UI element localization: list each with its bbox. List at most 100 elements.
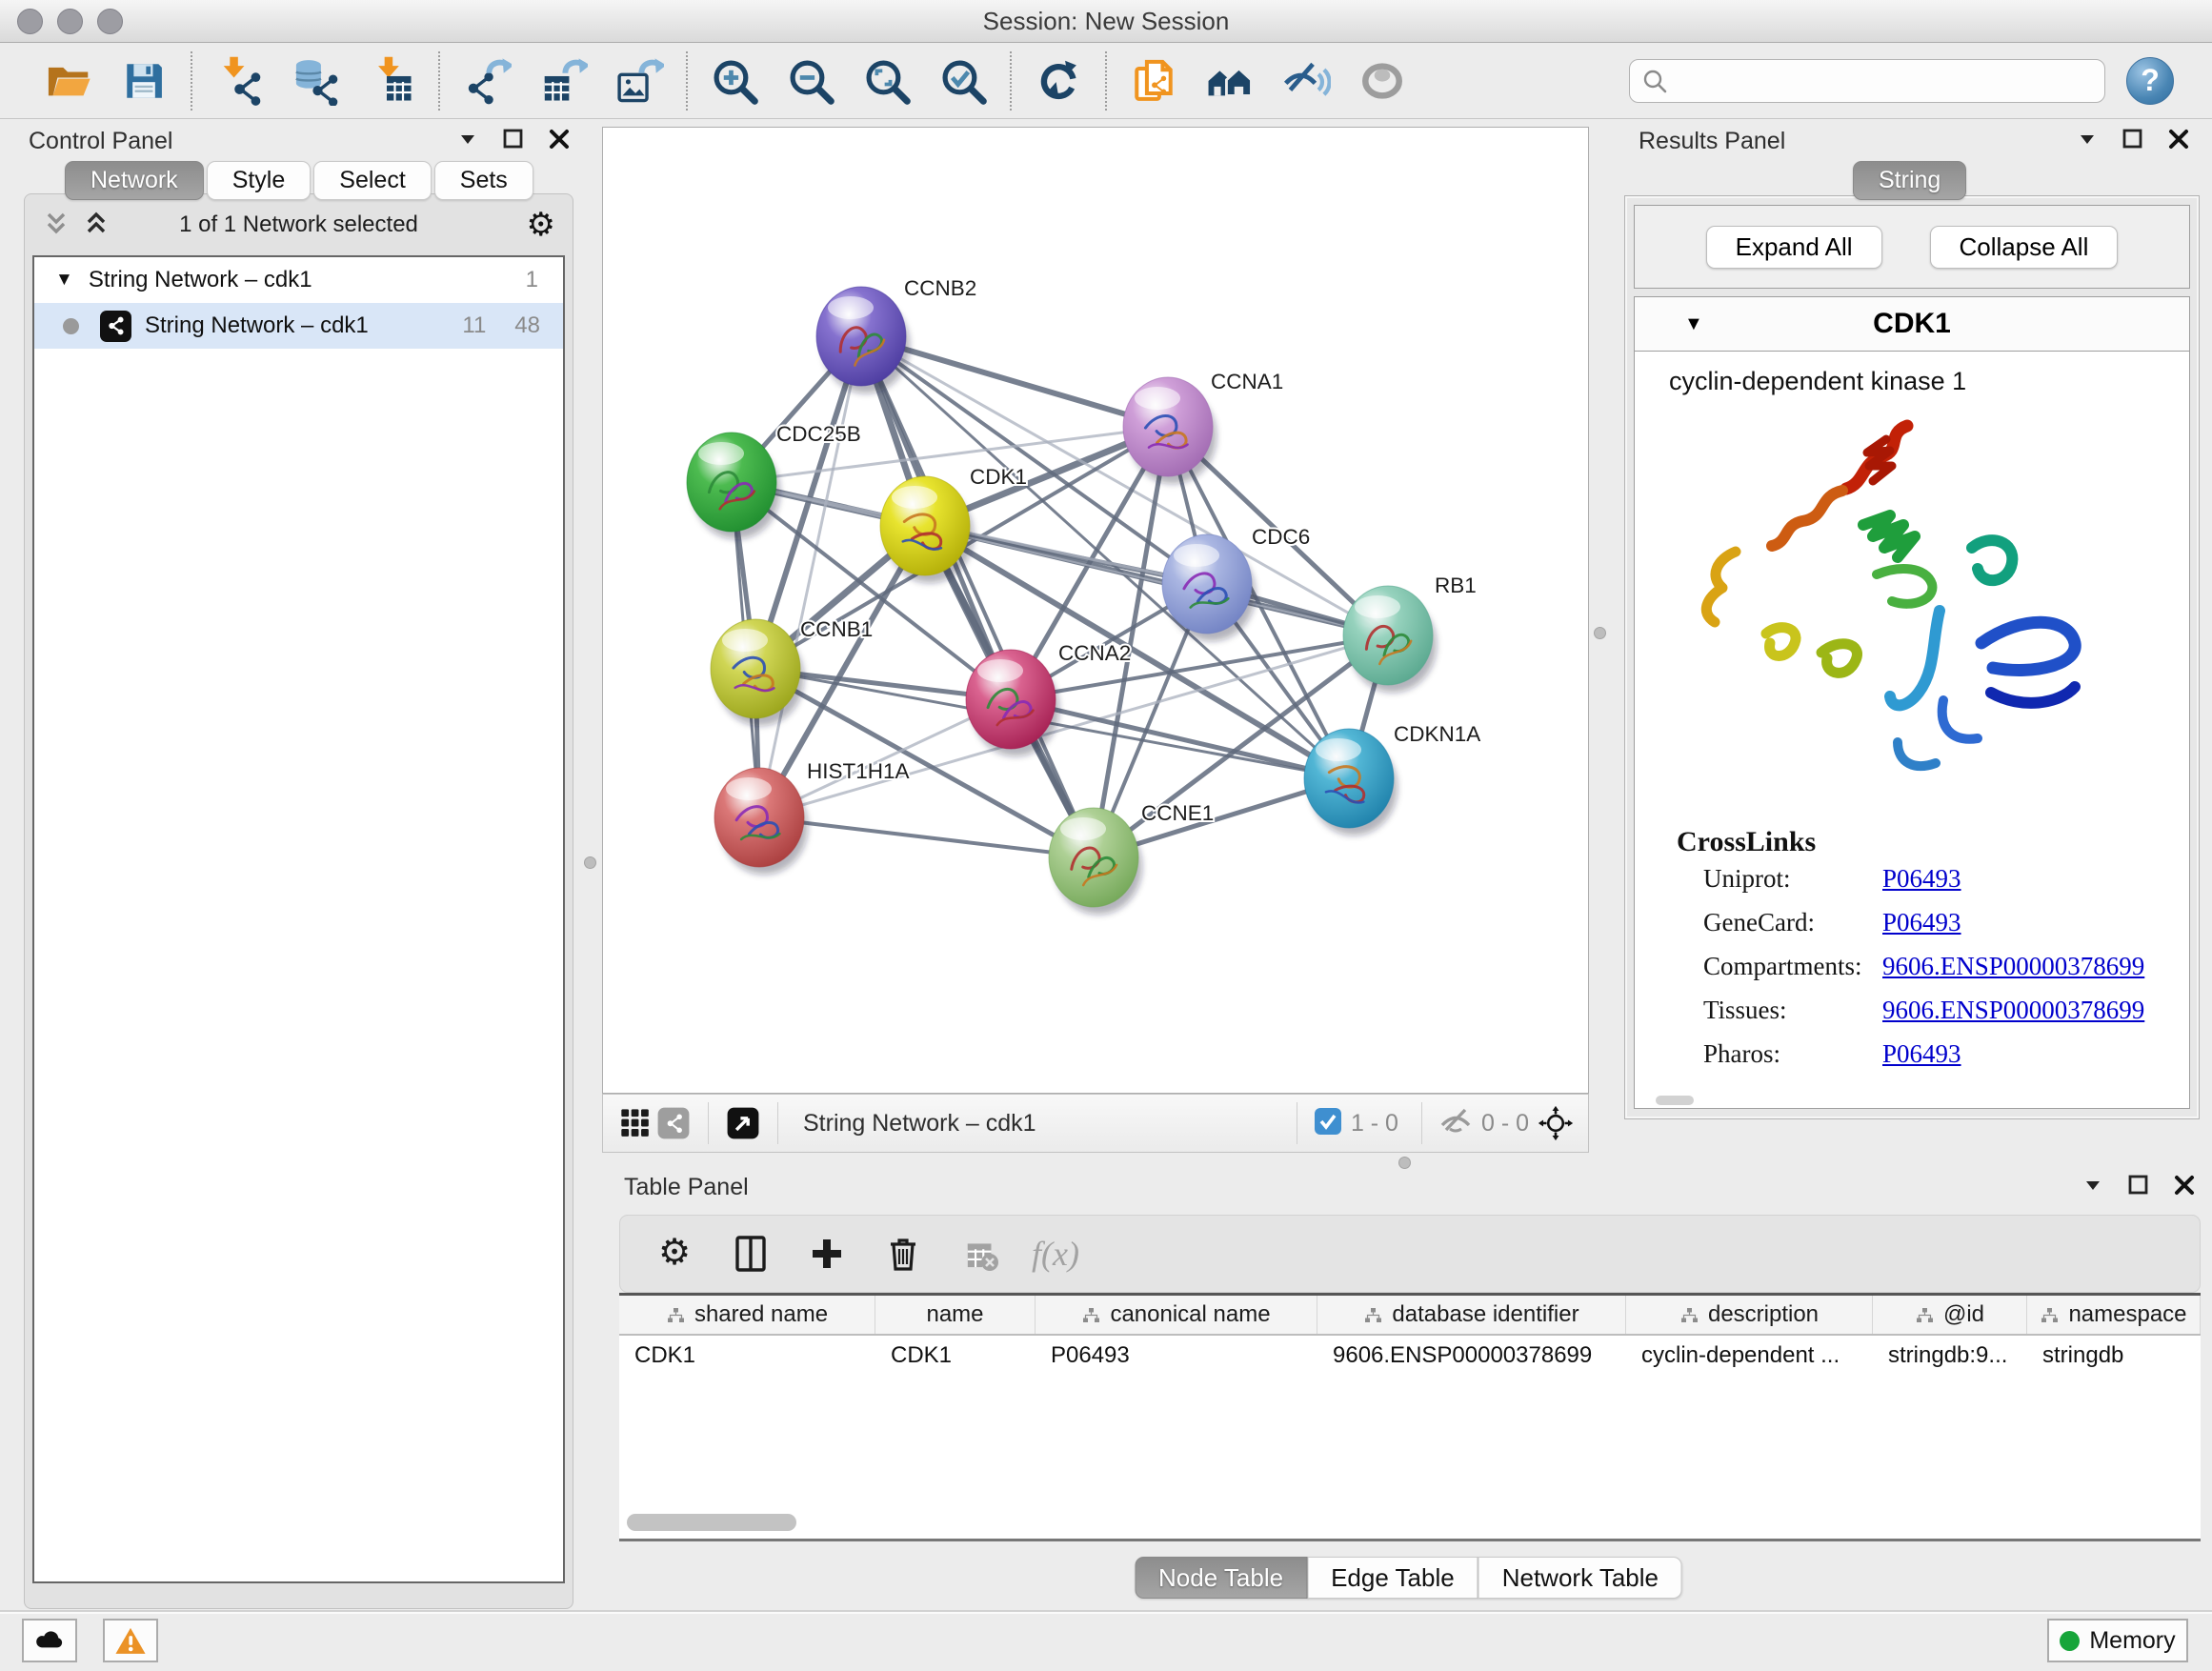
tab-node-table[interactable]: Node Table: [1135, 1557, 1307, 1599]
table-panel-close-icon[interactable]: [2172, 1173, 2197, 1202]
results-panel-menu-icon[interactable]: [2075, 127, 2100, 156]
tab-string[interactable]: String: [1853, 161, 1966, 200]
main-toolbar: ?: [0, 43, 2212, 119]
search-input[interactable]: [1676, 68, 2093, 94]
tab-sets[interactable]: Sets: [434, 161, 533, 200]
warnings-button[interactable]: [103, 1619, 158, 1662]
network-label: String Network – cdk1: [145, 312, 369, 339]
table-cell[interactable]: stringdb:9...: [1873, 1342, 2027, 1369]
node-label-CDC6: CDC6: [1252, 525, 1310, 549]
left-splitter-handle[interactable]: [584, 856, 596, 869]
control-panel-close-icon[interactable]: [547, 127, 572, 156]
zoom-out-icon[interactable]: [785, 55, 836, 107]
show-panel-icon[interactable]: [1357, 55, 1408, 107]
table-cell[interactable]: stringdb: [2027, 1342, 2201, 1369]
control-panel-menu-icon[interactable]: [455, 127, 480, 156]
tab-select[interactable]: Select: [313, 161, 431, 200]
selected-checkbox-icon[interactable]: [1313, 1106, 1343, 1141]
zoom-in-icon[interactable]: [709, 55, 760, 107]
settings-gear-icon[interactable]: ⚙: [653, 1232, 696, 1276]
edge-count: 48: [514, 312, 540, 339]
column-header-database-identifier[interactable]: database identifier: [1317, 1296, 1626, 1334]
results-panel-close-icon[interactable]: [2166, 127, 2191, 156]
tab-style[interactable]: Style: [207, 161, 312, 200]
memory-button[interactable]: Memory: [2047, 1619, 2188, 1662]
results-panel-float-icon[interactable]: [2121, 127, 2145, 156]
table-cell[interactable]: CDK1: [619, 1342, 875, 1369]
crosslink-label: Pharos:: [1703, 1039, 1882, 1069]
column-header--id[interactable]: @id: [1873, 1296, 2027, 1334]
table-panel-float-icon[interactable]: [2126, 1173, 2151, 1202]
tab-edge-table[interactable]: Edge Table: [1307, 1557, 1478, 1599]
crosslink-link[interactable]: 9606.ENSP00000378699: [1882, 996, 2144, 1025]
network-canvas[interactable]: CCNB2CCNA1CDC25BCDK1CDC6RB1CCNB1CCNA2CDK…: [602, 127, 1589, 1094]
export-network-icon[interactable]: [461, 55, 513, 107]
export-image-icon[interactable]: [613, 55, 665, 107]
results-scrollbar[interactable]: [1656, 1096, 1694, 1105]
network-row[interactable]: String Network – cdk1 11 48: [34, 303, 563, 349]
column-header-canonical-name[interactable]: canonical name: [1036, 1296, 1317, 1334]
grid-view-icon[interactable]: [616, 1104, 654, 1142]
table-cell[interactable]: cyclin-dependent ...: [1626, 1342, 1873, 1369]
crosslinks-heading: CrossLinks: [1677, 826, 1816, 858]
table-cell[interactable]: CDK1: [875, 1342, 1036, 1369]
table-hscrollbar[interactable]: [627, 1514, 796, 1531]
help-button[interactable]: ?: [2126, 57, 2174, 105]
edge-CCNB2-HIST1H1A[interactable]: [759, 336, 861, 817]
crosshair-icon[interactable]: [1537, 1104, 1575, 1142]
birdseye-view-icon[interactable]: [724, 1104, 762, 1142]
collapse-all-button[interactable]: Collapse All: [1930, 226, 2119, 269]
save-session-icon[interactable]: [118, 55, 170, 107]
cloud-button[interactable]: [22, 1619, 77, 1662]
zoom-selected-icon[interactable]: [937, 55, 989, 107]
copy-network-icon[interactable]: [1128, 55, 1179, 107]
crosslink-link[interactable]: 9606.ENSP00000378699: [1882, 952, 2144, 981]
table-panel-menu-icon[interactable]: [2081, 1173, 2105, 1202]
tab-network[interactable]: Network: [65, 161, 204, 200]
selected-node-edge-counts: 1 - 0: [1351, 1110, 1398, 1137]
column-header-name[interactable]: name: [875, 1296, 1036, 1334]
export-table-icon[interactable]: [537, 55, 589, 107]
import-network-icon[interactable]: [213, 55, 265, 107]
collection-count: 1: [526, 267, 538, 293]
refresh-network-icon[interactable]: [1033, 55, 1084, 107]
network-tree: ▼ String Network – cdk1 1 String Network…: [32, 255, 565, 1583]
columns-icon[interactable]: [729, 1232, 773, 1276]
string-home-icon[interactable]: [1204, 55, 1256, 107]
table-row[interactable]: CDK1CDK1P064939606.ENSP00000378699cyclin…: [619, 1336, 2201, 1376]
edge-HIST1H1A-CCNE1[interactable]: [759, 817, 1094, 857]
crosslink-row: Tissues:9606.ENSP00000378699: [1703, 996, 2161, 1025]
crosslink-link[interactable]: P06493: [1882, 864, 1961, 894]
table-cell[interactable]: P06493: [1036, 1342, 1317, 1369]
network-collection-row[interactable]: ▼ String Network – cdk1 1: [34, 257, 563, 303]
node-label-CCNE1: CCNE1: [1141, 801, 1214, 825]
window-title: Session: New Session: [0, 7, 2212, 36]
control-panel-float-icon[interactable]: [501, 127, 526, 156]
column-header-namespace[interactable]: namespace: [2027, 1296, 2201, 1334]
column-header-description[interactable]: description: [1626, 1296, 1873, 1334]
crosslink-link[interactable]: P06493: [1882, 908, 1961, 937]
crosslink-link[interactable]: P06493: [1882, 1039, 1961, 1069]
delete-column-icon[interactable]: [881, 1232, 925, 1276]
import-database-icon[interactable]: [290, 55, 341, 107]
tree-expander-icon[interactable]: ▼: [55, 270, 73, 291]
zoom-fit-icon[interactable]: [861, 55, 913, 107]
node-label-CCNA2: CCNA2: [1058, 641, 1131, 665]
network-options-gear-icon[interactable]: ⚙: [527, 206, 555, 244]
add-column-icon[interactable]: [805, 1232, 849, 1276]
right-splitter-handle[interactable]: [1594, 627, 1606, 639]
tab-network-table[interactable]: Network Table: [1478, 1557, 1682, 1599]
search-box[interactable]: [1629, 59, 2105, 103]
expand-all-button[interactable]: Expand All: [1706, 226, 1882, 269]
protein-section-header[interactable]: ▼ CDK1: [1634, 296, 2190, 352]
table-cell[interactable]: 9606.ENSP00000378699: [1317, 1342, 1626, 1369]
hidden-eye-icon[interactable]: [1438, 1103, 1474, 1144]
share-view-icon[interactable]: [654, 1104, 693, 1142]
column-header-shared-name[interactable]: shared name: [619, 1296, 875, 1334]
import-table-icon[interactable]: [366, 55, 417, 107]
network-view-toolbar: String Network – cdk1 1 - 0 0 - 0: [602, 1094, 1589, 1153]
node-label-CCNA1: CCNA1: [1211, 370, 1283, 393]
open-session-icon[interactable]: [42, 55, 93, 107]
svg-text:⚙: ⚙: [658, 1233, 691, 1273]
hide-results-icon[interactable]: [1280, 55, 1332, 107]
